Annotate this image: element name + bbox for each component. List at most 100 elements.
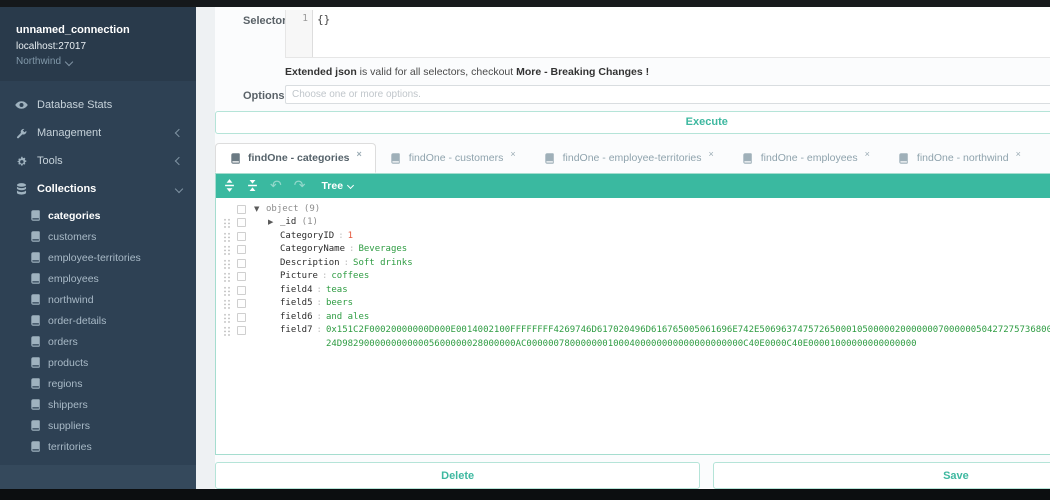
field-value[interactable]: coffees xyxy=(331,270,1050,284)
tree-row: ▼object (9) xyxy=(222,203,1050,217)
selector-label: Selector xyxy=(215,10,285,27)
field-separator: : xyxy=(340,257,353,271)
options-input[interactable] xyxy=(285,85,1050,104)
collection-icon xyxy=(30,294,40,305)
connection-name: unnamed_connection xyxy=(16,24,180,36)
tree-row: CategoryID:1 xyxy=(222,230,1050,244)
field-name[interactable]: _id xyxy=(280,216,296,230)
drag-handle-icon[interactable] xyxy=(223,245,231,255)
row-checkbox[interactable] xyxy=(237,299,246,308)
mode-dropdown[interactable]: Tree xyxy=(321,180,353,192)
collection-icon xyxy=(30,399,40,410)
collection-icon xyxy=(30,420,40,431)
drag-handle-icon[interactable] xyxy=(223,232,231,242)
redo-icon[interactable]: ↷ xyxy=(294,179,306,193)
eye-icon xyxy=(14,101,28,109)
collection-item-regions[interactable]: regions xyxy=(0,373,196,394)
row-checkbox[interactable] xyxy=(237,232,246,241)
tab-findone-northwind[interactable]: findOne - northwind× xyxy=(884,143,1035,173)
content-gutter xyxy=(196,7,215,489)
collection-item-northwind[interactable]: northwind xyxy=(0,289,196,310)
sidebar-item-management[interactable]: Management xyxy=(0,119,196,147)
collection-item-categories[interactable]: categories xyxy=(0,205,196,226)
row-checkbox[interactable] xyxy=(237,218,246,227)
selector-row: Selector 1 {} xyxy=(215,10,1050,58)
collection-item-products[interactable]: products xyxy=(0,352,196,373)
sidebar-footer xyxy=(0,465,196,489)
tab-findone-employees[interactable]: findOne - employees× xyxy=(728,143,884,173)
selector-input[interactable]: {} xyxy=(313,10,1050,57)
drag-handle-icon[interactable] xyxy=(223,286,231,296)
row-checkbox[interactable] xyxy=(237,313,246,322)
tab-findone-employee-territories[interactable]: findOne - employee-territories× xyxy=(530,143,728,173)
field-name[interactable]: CategoryName xyxy=(280,243,345,257)
field-value[interactable]: and ales xyxy=(326,311,1050,325)
close-icon[interactable]: × xyxy=(865,149,870,159)
tab-findone-customers[interactable]: findOne - customers× xyxy=(376,143,530,173)
drag-handle-icon[interactable] xyxy=(223,272,231,282)
drag-handle-icon[interactable] xyxy=(223,259,231,269)
field-name[interactable]: field7 xyxy=(280,324,313,338)
collection-item-order-details[interactable]: order-details xyxy=(0,310,196,331)
collection-icon xyxy=(30,315,40,326)
tree-row: CategoryName:Beverages xyxy=(222,243,1050,257)
field-name[interactable]: field4 xyxy=(280,284,313,298)
field-name[interactable]: field6 xyxy=(280,311,313,325)
collection-item-shippers[interactable]: shippers xyxy=(0,394,196,415)
field-value[interactable]: 1 xyxy=(348,230,1050,244)
tab-findone-categories[interactable]: findOne - categories× xyxy=(215,143,376,173)
close-icon[interactable]: × xyxy=(709,149,714,159)
save-button[interactable]: Save xyxy=(713,462,1050,489)
field-name[interactable]: Picture xyxy=(280,270,318,284)
row-checkbox[interactable] xyxy=(237,245,246,254)
app-window: unnamed_connection localhost:27017 North… xyxy=(0,0,1050,500)
expand-triangle-icon[interactable]: ▼ xyxy=(254,203,266,217)
drag-handle-icon[interactable] xyxy=(223,326,231,336)
collection-item-orders[interactable]: orders xyxy=(0,331,196,352)
expand-all-button[interactable] xyxy=(224,179,235,192)
row-checkbox[interactable] xyxy=(237,259,246,268)
sidebar-item-label: Management xyxy=(37,127,167,139)
close-icon[interactable]: × xyxy=(510,149,515,159)
field-value[interactable]: Soft drinks xyxy=(353,257,1050,271)
drag-handle-icon[interactable] xyxy=(223,313,231,323)
undo-icon[interactable]: ↶ xyxy=(270,179,282,193)
collection-item-employees[interactable]: employees xyxy=(0,268,196,289)
field-value[interactable]: teas xyxy=(326,284,1050,298)
close-icon[interactable]: × xyxy=(1016,149,1021,159)
close-icon[interactable]: × xyxy=(357,149,362,159)
field-value[interactable]: beers xyxy=(326,297,1050,311)
row-checkbox[interactable] xyxy=(237,326,246,335)
collection-icon xyxy=(741,153,755,164)
collection-item-territories[interactable]: territories xyxy=(0,436,196,457)
field-value[interactable]: 0x151C2F00020000000D000E0014002100FFFFFF… xyxy=(326,324,1050,351)
drag-handle-icon[interactable] xyxy=(223,299,231,309)
drag-handle-icon[interactable] xyxy=(223,218,231,228)
selector-code-editor[interactable]: 1 {} xyxy=(285,10,1050,58)
row-checkbox[interactable] xyxy=(237,272,246,281)
collapse-triangle-icon[interactable]: ▶ xyxy=(268,216,280,230)
hint-bold-extended-json: Extended json xyxy=(285,66,357,78)
collection-item-suppliers[interactable]: suppliers xyxy=(0,415,196,436)
database-selector[interactable]: Northwind xyxy=(16,56,180,67)
delete-button[interactable]: Delete xyxy=(215,462,700,489)
row-checkbox[interactable] xyxy=(237,286,246,295)
tree-row: field5:beers xyxy=(222,297,1050,311)
sidebar-item-tools[interactable]: Tools xyxy=(0,147,196,175)
tab-findone-order-details[interactable]: findOne - order-details× xyxy=(1035,143,1050,173)
field-name[interactable]: Description xyxy=(280,257,340,271)
collapse-all-button[interactable] xyxy=(247,179,258,192)
execute-button[interactable]: Execute xyxy=(215,111,1050,134)
drag-handle-placeholder xyxy=(223,205,231,215)
connection-host: localhost:27017 xyxy=(16,41,180,52)
collection-icon xyxy=(30,210,40,221)
field-name[interactable]: CategoryID xyxy=(280,230,334,244)
sidebar-item-database-stats[interactable]: Database Stats xyxy=(0,91,196,119)
collection-item-customers[interactable]: customers xyxy=(0,226,196,247)
field-value[interactable]: Beverages xyxy=(358,243,1050,257)
row-checkbox[interactable] xyxy=(237,205,246,214)
sidebar-item-collections[interactable]: Collections xyxy=(0,175,196,203)
collection-label: employees xyxy=(48,273,99,285)
collection-item-employee-territories[interactable]: employee-territories xyxy=(0,247,196,268)
field-name[interactable]: field5 xyxy=(280,297,313,311)
